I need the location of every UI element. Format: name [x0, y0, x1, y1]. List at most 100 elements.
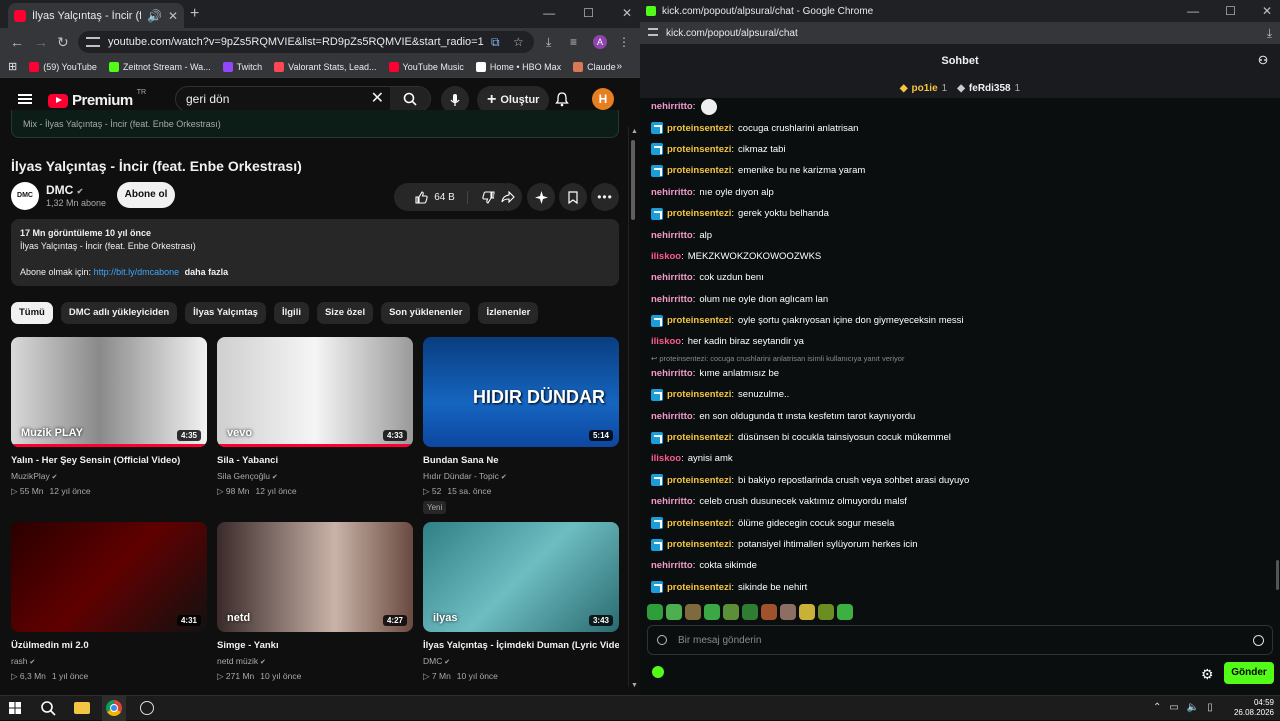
emote-icon[interactable] [818, 604, 834, 620]
chat-username[interactable]: proteinsentezi [667, 123, 731, 134]
windows-start-icon[interactable] [9, 702, 21, 714]
bookmarks-overflow-icon[interactable]: » [616, 61, 622, 72]
chat-message[interactable]: proteinsentezi: senuzulme.. [651, 384, 1261, 405]
menu-hamburger-icon[interactable] [18, 94, 32, 104]
chat-message[interactable]: nehirritto: celeb crush dusunecek vaktımı… [651, 491, 1261, 512]
emote-icon[interactable] [742, 604, 758, 620]
filter-chip[interactable]: Tümü [11, 302, 53, 324]
emote-icon[interactable] [685, 604, 701, 620]
bookmark-item[interactable]: Twitch [222, 61, 262, 72]
emote-icon[interactable] [780, 604, 796, 620]
chat-message[interactable]: proteinsentezi: emenike bu ne karizma yar… [651, 160, 1261, 181]
chat-identity-icon[interactable] [657, 635, 667, 645]
search-input[interactable]: geri dön ✕ [175, 86, 431, 112]
search-button[interactable] [390, 87, 430, 111]
address-bar[interactable]: youtube.com/watch?v=9pZs5RQMVIE&list=RD9… [78, 31, 534, 53]
filter-chip[interactable]: Size özel [316, 302, 374, 324]
site-info-icon[interactable] [86, 37, 100, 47]
chat-username[interactable]: proteinsentezi [667, 144, 731, 155]
kick-points-icon[interactable] [652, 666, 664, 678]
bookmark-item[interactable]: Home • HBO Max [475, 61, 561, 72]
chat-message[interactable]: proteinsentezi: cikmaz tabi [651, 139, 1261, 160]
chat-message[interactable]: nehirritto: olum nıe oyle dıon aglıcam la… [651, 289, 1261, 310]
video-card-title[interactable]: İlyas Yalçıntaş - İçimdeki Duman (Lyric … [423, 640, 619, 651]
forward-icon[interactable]: → [34, 34, 48, 50]
chat-message[interactable]: proteinsentezi: sikinde be nehirt [651, 577, 1261, 598]
video-card[interactable]: ilyas 3:43 İlyas Yalçıntaş - İçimdeki Duma… [423, 522, 619, 682]
scroll-down-icon[interactable]: ▼ [631, 682, 638, 689]
chat-message[interactable]: proteinsentezi: düsünsen bi cocukla tains… [651, 427, 1261, 448]
description-link[interactable]: http://bit.ly/dmcabone [94, 267, 180, 277]
chat-username[interactable]: nehirritto [651, 187, 693, 198]
chat-message[interactable]: nehirritto: kıme anlatmısız be [651, 363, 1261, 384]
volume-icon[interactable]: 🔈 [1187, 702, 1199, 713]
video-card-channel[interactable]: Hıdır Dündar - Topic ✔ [423, 471, 619, 481]
kick-address-bar[interactable]: kick.com/popout/alpsural/chat ⤓ [640, 22, 1280, 44]
send-button[interactable]: Gönder [1224, 662, 1274, 684]
video-thumbnail[interactable]: vevo 4:33 [217, 337, 413, 447]
chat-message[interactable]: proteinsentezi: oyle şortu çıakrıyosan iç… [651, 310, 1261, 331]
tray-overflow-icon[interactable]: ⌃ [1153, 702, 1161, 713]
chat-scrollbar[interactable] [1276, 560, 1279, 590]
chat-username[interactable]: iliskoo [651, 251, 681, 262]
chat-username[interactable]: proteinsentezi [667, 315, 731, 326]
chat-message[interactable]: proteinsentezi: bi bakiyo repostlarinda c… [651, 470, 1261, 491]
chat-username[interactable]: nehirritto [651, 294, 693, 305]
chat-message[interactable]: nehirritto: nıe oyle dıyon alp [651, 182, 1261, 203]
chat-message[interactable]: iliskoo: her kadin biraz seytandir ya [651, 331, 1261, 352]
chat-username[interactable]: proteinsentezi [667, 475, 731, 486]
reload-icon[interactable]: ↻ [57, 34, 69, 50]
dislike-button[interactable] [468, 190, 495, 204]
chat-username[interactable]: nehirritto [651, 101, 693, 112]
battery-icon[interactable]: ▯ [1207, 702, 1213, 713]
chat-username[interactable]: nehirritto [651, 368, 693, 379]
download-icon[interactable]: ⤓ [546, 35, 551, 50]
chat-message[interactable]: proteinsentezi: gerek yoktu belhanda [651, 203, 1261, 224]
chat-users-icon[interactable]: ⚇ [1258, 44, 1268, 78]
chat-username[interactable]: iliskoo [651, 336, 681, 347]
kick-close-icon[interactable]: ✕ [1262, 4, 1272, 18]
video-card-channel[interactable]: DMC ✔ [423, 656, 619, 666]
video-card[interactable]: HIDIR DÜNDAR 5:14 Bundan Sana Ne Hıdır Dünd… [423, 337, 619, 515]
search-taskbar-icon[interactable] [40, 700, 56, 716]
apps-grid-icon[interactable]: ⊞ [8, 60, 17, 73]
file-explorer-icon[interactable] [74, 702, 90, 714]
bookmark-item[interactable]: YouTube Music [388, 61, 464, 72]
emote-icon[interactable] [704, 604, 720, 620]
chat-input[interactable]: Bir mesaj gönderin [647, 625, 1273, 655]
network-icon[interactable]: ▭ [1169, 702, 1178, 713]
emote-icon[interactable] [799, 604, 815, 620]
chat-message[interactable]: nehirritto: cok uzdun benı [651, 267, 1261, 288]
bookmark-item[interactable]: Claude [573, 61, 616, 72]
subscribe-button[interactable]: Abone ol [117, 182, 175, 208]
bookmark-item[interactable]: (59) YouTube [29, 61, 97, 72]
video-card[interactable]: 4:31 Üzülmedin mi 2.0 rash ✔ ▷ 6,3 Mn 1 yıl … [11, 522, 207, 682]
filter-chip[interactable]: DMC adlı yükleyiciden [60, 302, 178, 324]
minimize-icon[interactable]: — [543, 6, 555, 20]
tab-audio-icon[interactable]: 🔊 [147, 9, 162, 23]
media-controls-icon[interactable]: ≡ [570, 35, 577, 49]
share-button-pill[interactable] [494, 183, 522, 211]
kick-minimize-icon[interactable]: — [1187, 4, 1199, 18]
tab-youtube[interactable]: İlyas Yalçıntaş - İncir (feat. E 🔊 ✕ [8, 3, 184, 28]
channel-name[interactable]: DMC ✔ [46, 183, 83, 197]
video-card-title[interactable]: Üzülmedin mi 2.0 [11, 640, 207, 651]
chat-username[interactable]: nehirritto [651, 411, 693, 422]
chat-username[interactable]: proteinsentezi [667, 165, 731, 176]
maximize-icon[interactable]: ☐ [583, 6, 594, 20]
video-card[interactable]: netd 4:27 Simge - Yankı netd müzik ✔ ▷ 271 M… [217, 522, 413, 682]
chat-username[interactable]: nehirritto [651, 560, 693, 571]
channel-avatar[interactable]: DMC [11, 182, 39, 210]
chat-username[interactable]: nehirritto [651, 230, 693, 241]
scroll-up-icon[interactable]: ▲ [631, 128, 638, 135]
chat-username[interactable]: proteinsentezi [667, 432, 731, 443]
leaderboard-entry[interactable]: ◆ po1ie 1 [900, 83, 947, 94]
filter-chip[interactable]: Son yüklenenler [381, 302, 471, 324]
emote-icon[interactable] [837, 604, 853, 620]
clear-search-icon[interactable]: ✕ [371, 87, 384, 111]
emote-icon[interactable] [723, 604, 739, 620]
video-card-title[interactable]: Sila - Yabanci [217, 455, 413, 466]
kick-maximize-icon[interactable]: ☐ [1225, 4, 1236, 18]
chat-message[interactable]: iliskoo: aynisi amk [651, 448, 1261, 469]
video-thumbnail[interactable]: ilyas 3:43 [423, 522, 619, 632]
